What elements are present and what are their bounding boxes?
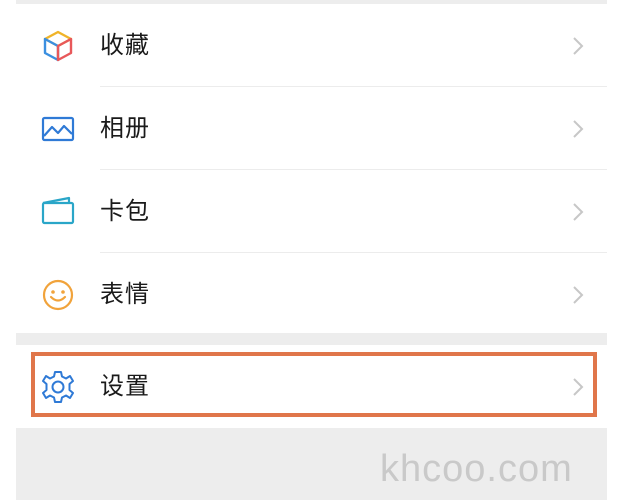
card-wallet-icon: [41, 196, 75, 225]
menu-item-stickers[interactable]: 表情: [16, 253, 607, 335]
chevron-right-icon: [573, 120, 584, 138]
settings-highlight-box: [31, 352, 597, 417]
album-picture-icon: [41, 116, 75, 142]
menu-item-label: 相册: [100, 114, 150, 142]
menu-item-favorites[interactable]: 收藏: [16, 4, 607, 86]
me-page-menu: 收藏 相册 卡包 表情 设置: [16, 0, 607, 500]
menu-item-label: 卡包: [100, 197, 150, 225]
menu-item-album[interactable]: 相册: [16, 87, 607, 169]
chevron-right-icon: [573, 203, 584, 221]
sticker-smiley-icon: [42, 279, 74, 311]
menu-group-main: 收藏 相册 卡包 表情: [16, 4, 607, 333]
watermark: khcoo.com: [380, 448, 573, 490]
chevron-right-icon: [573, 37, 584, 55]
favorites-cube-icon: [43, 30, 73, 62]
chevron-right-icon: [573, 286, 584, 304]
menu-item-label: 表情: [100, 280, 150, 308]
menu-item-card-wallet[interactable]: 卡包: [16, 170, 607, 252]
menu-item-label: 收藏: [100, 31, 150, 59]
